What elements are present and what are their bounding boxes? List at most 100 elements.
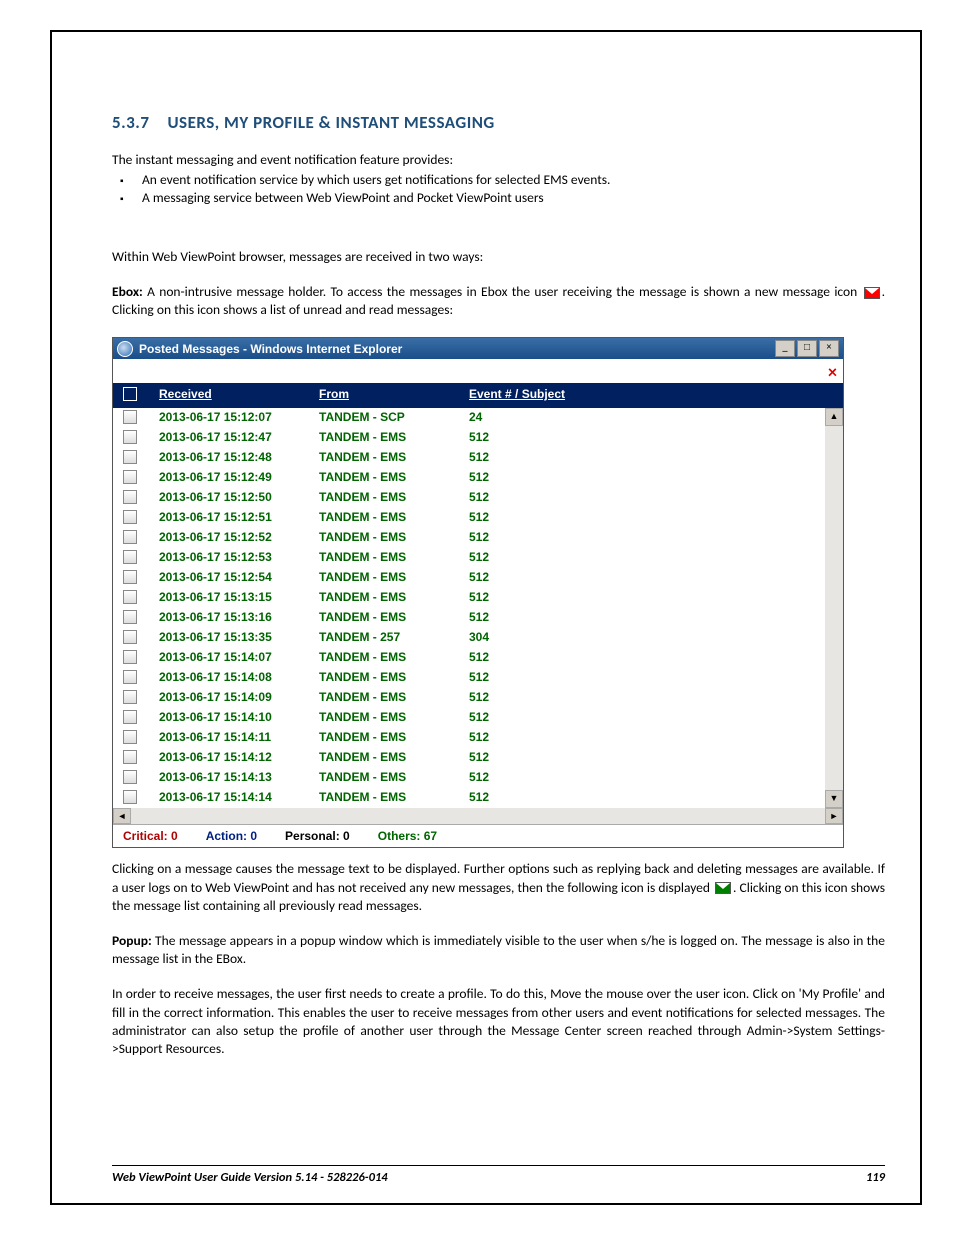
minimize-button[interactable]: _: [775, 340, 795, 357]
row-checkbox[interactable]: [123, 750, 137, 764]
horizontal-scrollbar[interactable]: ◄ ►: [113, 808, 843, 824]
cell-from: TANDEM - EMS: [319, 650, 469, 667]
status-bar: Critical: 0 Action: 0 Personal: 0 Others…: [113, 824, 843, 847]
cell-subject: 512: [469, 690, 825, 707]
table-row[interactable]: 2013-06-17 15:12:51TANDEM - EMS512: [113, 508, 825, 528]
table-row[interactable]: 2013-06-17 15:13:35TANDEM - 257304: [113, 628, 825, 648]
cell-from: TANDEM - EMS: [319, 430, 469, 447]
row-checkbox[interactable]: [123, 770, 137, 784]
cell-from: TANDEM - EMS: [319, 610, 469, 627]
close-icon[interactable]: ×: [828, 361, 837, 383]
list-item: An event notification service by which u…: [140, 171, 885, 189]
cell-received: 2013-06-17 15:14:11: [157, 730, 319, 747]
table-row[interactable]: 2013-06-17 15:14:10TANDEM - EMS512: [113, 708, 825, 728]
cell-received: 2013-06-17 15:14:10: [157, 710, 319, 727]
cell-from: TANDEM - EMS: [319, 510, 469, 527]
cell-subject: 512: [469, 770, 825, 787]
cell-subject: 512: [469, 590, 825, 607]
ebox-label: Ebox:: [112, 283, 143, 300]
cell-subject: 512: [469, 430, 825, 447]
table-row[interactable]: 2013-06-17 15:13:15TANDEM - EMS512: [113, 588, 825, 608]
cell-subject: 512: [469, 510, 825, 527]
section-number: 5.3.7: [112, 112, 149, 133]
messages-grid: Received From Event # / Subject 2013-06-…: [113, 383, 843, 824]
row-checkbox[interactable]: [123, 590, 137, 604]
row-checkbox[interactable]: [123, 470, 137, 484]
header-from[interactable]: From: [319, 387, 469, 404]
table-row[interactable]: 2013-06-17 15:12:49TANDEM - EMS512: [113, 468, 825, 488]
close-bar: ×: [113, 359, 843, 383]
window-close-button[interactable]: ×: [819, 340, 839, 357]
header-received[interactable]: Received: [157, 387, 319, 404]
profile-paragraph: In order to receive messages, the user f…: [112, 985, 885, 1058]
row-checkbox[interactable]: [123, 430, 137, 444]
cell-received: 2013-06-17 15:12:07: [157, 410, 319, 427]
row-checkbox[interactable]: [123, 670, 137, 684]
row-checkbox[interactable]: [123, 610, 137, 624]
cell-subject: 512: [469, 730, 825, 747]
table-row[interactable]: 2013-06-17 15:12:07TANDEM - SCP24: [113, 408, 825, 428]
scroll-right-icon[interactable]: ►: [825, 808, 843, 824]
table-row[interactable]: 2013-06-17 15:12:50TANDEM - EMS512: [113, 488, 825, 508]
cell-subject: 512: [469, 670, 825, 687]
cell-from: TANDEM - SCP: [319, 410, 469, 427]
table-row[interactable]: 2013-06-17 15:14:11TANDEM - EMS512: [113, 728, 825, 748]
table-row[interactable]: 2013-06-17 15:12:54TANDEM - EMS512: [113, 568, 825, 588]
popup-label: Popup:: [112, 932, 152, 949]
table-row[interactable]: 2013-06-17 15:14:07TANDEM - EMS512: [113, 648, 825, 668]
row-checkbox[interactable]: [123, 450, 137, 464]
row-checkbox[interactable]: [123, 790, 137, 804]
table-row[interactable]: 2013-06-17 15:12:47TANDEM - EMS512: [113, 428, 825, 448]
cell-subject: 512: [469, 470, 825, 487]
window-title: Posted Messages - Windows Internet Explo…: [139, 342, 402, 356]
cell-received: 2013-06-17 15:12:52: [157, 530, 319, 547]
window-titlebar: Posted Messages - Windows Internet Explo…: [113, 338, 843, 359]
row-checkbox[interactable]: [123, 570, 137, 584]
cell-subject: 512: [469, 570, 825, 587]
maximize-button[interactable]: □: [797, 340, 817, 357]
cell-subject: 24: [469, 410, 825, 427]
cell-from: TANDEM - EMS: [319, 730, 469, 747]
read-message-icon: [715, 882, 731, 894]
table-row[interactable]: 2013-06-17 15:12:52TANDEM - EMS512: [113, 528, 825, 548]
cell-subject: 304: [469, 630, 825, 647]
table-row[interactable]: 2013-06-17 15:12:48TANDEM - EMS512: [113, 448, 825, 468]
select-all-header[interactable]: [113, 387, 157, 404]
scroll-down-icon[interactable]: ▼: [825, 790, 843, 808]
cell-received: 2013-06-17 15:12:49: [157, 470, 319, 487]
row-checkbox[interactable]: [123, 530, 137, 544]
row-checkbox[interactable]: [123, 730, 137, 744]
header-subject[interactable]: Event # / Subject: [469, 387, 843, 404]
table-row[interactable]: 2013-06-17 15:14:12TANDEM - EMS512: [113, 748, 825, 768]
page-number: 119: [866, 1170, 885, 1185]
row-checkbox[interactable]: [123, 650, 137, 664]
cell-subject: 512: [469, 450, 825, 467]
vertical-scrollbar[interactable]: ▲ ▼: [825, 408, 843, 808]
click-message-paragraph: Clicking on a message causes the message…: [112, 860, 885, 915]
intro-paragraph: The instant messaging and event notifica…: [112, 151, 885, 169]
table-row[interactable]: 2013-06-17 15:14:08TANDEM - EMS512: [113, 668, 825, 688]
row-checkbox[interactable]: [123, 490, 137, 504]
table-row[interactable]: 2013-06-17 15:12:53TANDEM - EMS512: [113, 548, 825, 568]
status-critical: Critical: 0: [123, 829, 178, 843]
table-row[interactable]: 2013-06-17 15:14:09TANDEM - EMS512: [113, 688, 825, 708]
table-row[interactable]: 2013-06-17 15:14:14TANDEM - EMS512: [113, 788, 825, 808]
cell-from: TANDEM - EMS: [319, 770, 469, 787]
cell-subject: 512: [469, 650, 825, 667]
table-row[interactable]: 2013-06-17 15:14:13TANDEM - EMS512: [113, 768, 825, 788]
table-row[interactable]: 2013-06-17 15:13:16TANDEM - EMS512: [113, 608, 825, 628]
row-checkbox[interactable]: [123, 690, 137, 704]
scroll-up-icon[interactable]: ▲: [825, 408, 843, 426]
cell-received: 2013-06-17 15:12:47: [157, 430, 319, 447]
row-checkbox[interactable]: [123, 550, 137, 564]
cell-from: TANDEM - EMS: [319, 530, 469, 547]
cell-subject: 512: [469, 530, 825, 547]
cell-received: 2013-06-17 15:14:14: [157, 790, 319, 807]
footer-title: Web ViewPoint User Guide Version 5.14 - …: [112, 1170, 388, 1185]
row-checkbox[interactable]: [123, 510, 137, 524]
cell-from: TANDEM - EMS: [319, 710, 469, 727]
row-checkbox[interactable]: [123, 410, 137, 424]
row-checkbox[interactable]: [123, 630, 137, 644]
scroll-left-icon[interactable]: ◄: [113, 808, 131, 824]
row-checkbox[interactable]: [123, 710, 137, 724]
